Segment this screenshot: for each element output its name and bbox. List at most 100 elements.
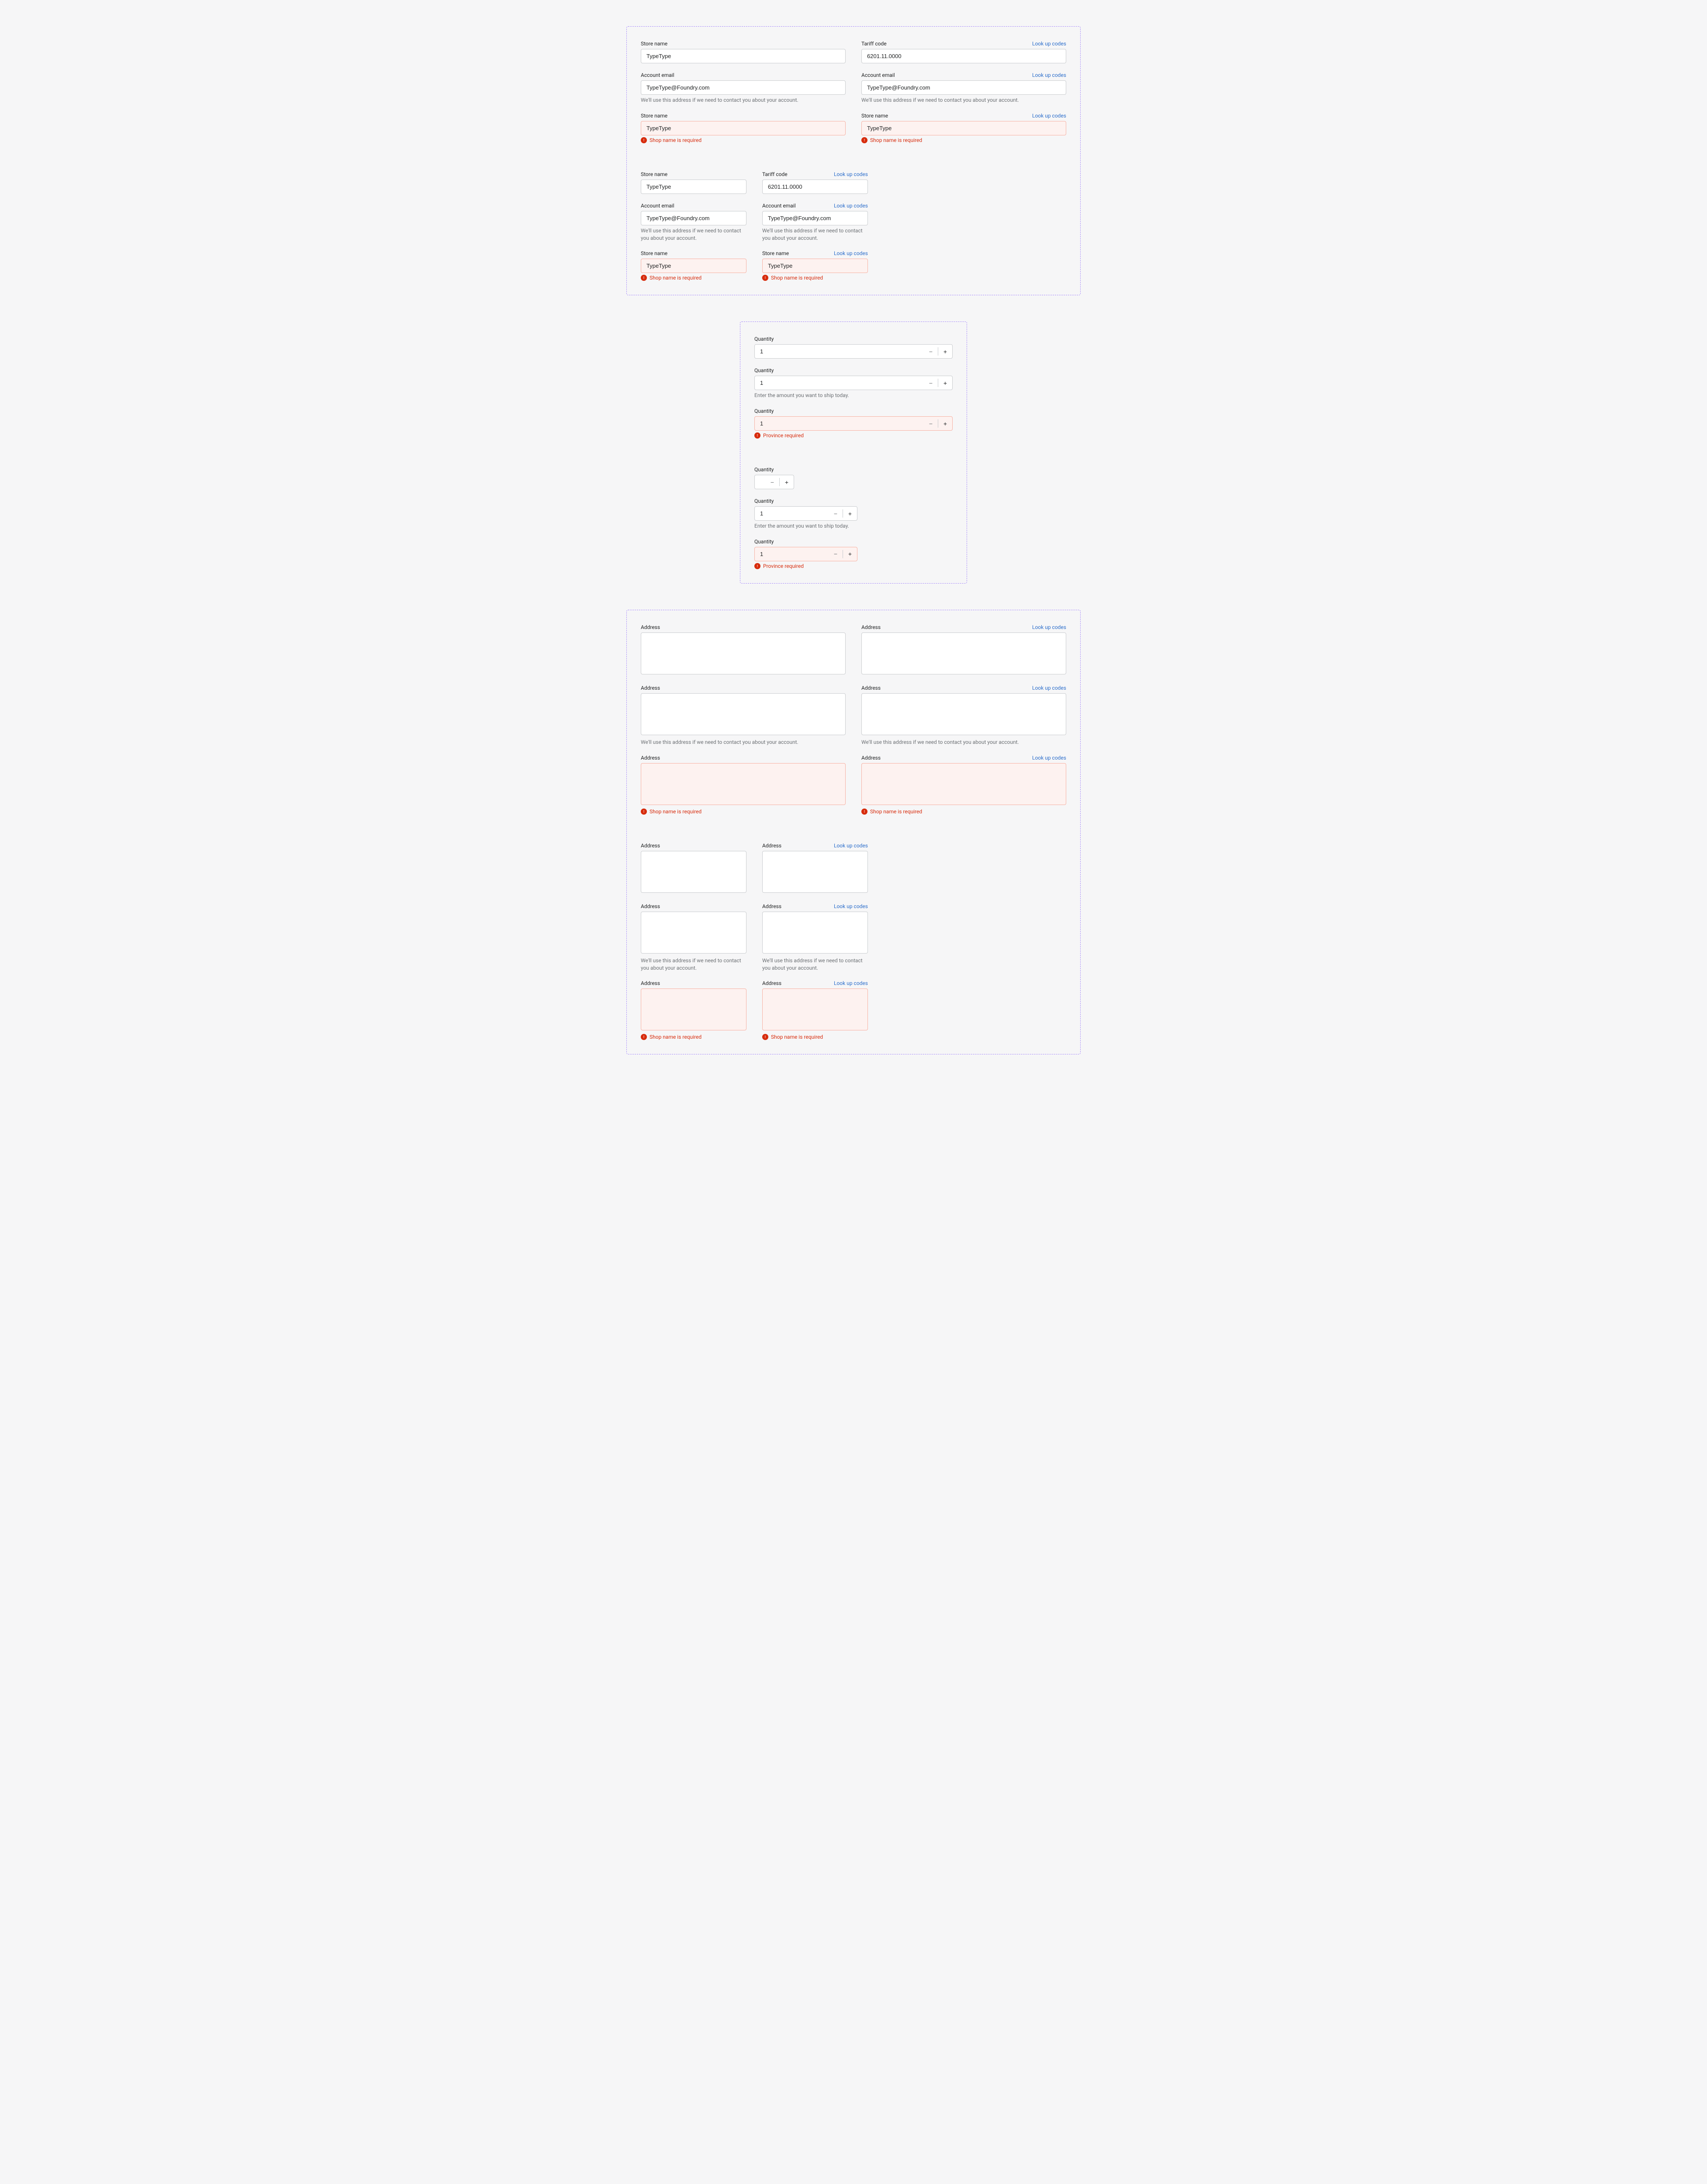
- input-store-name[interactable]: [641, 49, 846, 63]
- label-account-email: Account email: [861, 72, 895, 78]
- quantity-stepper-error[interactable]: − +: [754, 416, 953, 431]
- error-shop-name: Shop name is required: [861, 137, 1066, 143]
- textarea-address-error[interactable]: [641, 988, 746, 1030]
- input-account-email[interactable]: [861, 80, 1066, 95]
- textarea-address[interactable]: [641, 693, 846, 735]
- textarea-address-error[interactable]: [861, 763, 1066, 805]
- label-address: Address: [641, 755, 660, 761]
- link-lookup-codes[interactable]: Look up codes: [1032, 41, 1066, 47]
- minus-icon[interactable]: −: [924, 417, 938, 430]
- section-quantity-fields: Quantity − + Quantity − +: [740, 321, 967, 584]
- quantity-stepper[interactable]: − +: [754, 376, 953, 390]
- input-tariff-code[interactable]: [762, 180, 868, 194]
- label-address: Address: [861, 755, 881, 761]
- input-tariff-code[interactable]: [861, 49, 1066, 63]
- plus-icon[interactable]: +: [938, 345, 952, 358]
- label-address: Address: [762, 903, 781, 909]
- quantity-input[interactable]: [755, 417, 924, 430]
- label-address: Address: [762, 843, 781, 849]
- label-quantity: Quantity: [754, 408, 774, 414]
- label-address: Address: [641, 685, 660, 691]
- textarea-address[interactable]: [641, 912, 746, 954]
- input-store-name-error[interactable]: [861, 121, 1066, 135]
- help-address: We'll use this address if we need to con…: [861, 739, 1066, 746]
- plus-icon[interactable]: +: [938, 417, 952, 430]
- help-quantity: Enter the amount you want to ship today.: [754, 392, 953, 399]
- plus-icon[interactable]: +: [843, 507, 857, 520]
- link-lookup-codes[interactable]: Look up codes: [834, 980, 868, 986]
- label-quantity: Quantity: [754, 336, 774, 342]
- error-shop-name: Shop name is required: [762, 1034, 868, 1040]
- section-textarea-fields: Address Address Look up codes Address We…: [626, 610, 1081, 1054]
- quantity-stepper[interactable]: − +: [754, 344, 953, 359]
- label-address: Address: [641, 903, 660, 909]
- link-lookup-codes[interactable]: Look up codes: [834, 171, 868, 177]
- minus-icon[interactable]: −: [829, 547, 843, 561]
- textarea-address[interactable]: [861, 632, 1066, 674]
- link-lookup-codes[interactable]: Look up codes: [834, 250, 868, 256]
- textarea-address[interactable]: [861, 693, 1066, 735]
- input-account-email[interactable]: [641, 80, 846, 95]
- input-store-name-error[interactable]: [641, 259, 746, 273]
- plus-icon[interactable]: +: [843, 547, 857, 561]
- input-store-name-error[interactable]: [641, 121, 846, 135]
- section-text-fields: Store name Tariff code Look up codes Acc…: [626, 26, 1081, 295]
- help-quantity: Enter the amount you want to ship today.: [754, 522, 953, 530]
- link-lookup-codes[interactable]: Look up codes: [1032, 72, 1066, 78]
- link-lookup-codes[interactable]: Look up codes: [834, 203, 868, 209]
- link-lookup-codes[interactable]: Look up codes: [1032, 755, 1066, 761]
- quantity-input[interactable]: [755, 345, 924, 358]
- link-lookup-codes[interactable]: Look up codes: [1032, 624, 1066, 630]
- link-lookup-codes[interactable]: Look up codes: [834, 903, 868, 909]
- textarea-address[interactable]: [762, 912, 868, 954]
- help-account-email: We'll use this address if we need to con…: [641, 97, 846, 104]
- label-address: Address: [762, 980, 781, 986]
- label-address: Address: [641, 624, 660, 630]
- textarea-address[interactable]: [641, 851, 746, 893]
- textarea-address-error[interactable]: [762, 988, 868, 1030]
- quantity-input[interactable]: [755, 507, 829, 520]
- label-quantity: Quantity: [754, 467, 774, 473]
- link-lookup-codes[interactable]: Look up codes: [1032, 113, 1066, 119]
- input-account-email[interactable]: [641, 211, 746, 225]
- textarea-address[interactable]: [641, 632, 846, 674]
- quantity-stepper-medium[interactable]: − +: [754, 506, 857, 521]
- quantity-input[interactable]: [755, 475, 765, 489]
- help-account-email: We'll use this address if we need to con…: [641, 227, 746, 242]
- error-shop-name: Shop name is required: [861, 809, 1066, 815]
- label-address: Address: [861, 685, 881, 691]
- help-address: We'll use this address if we need to con…: [762, 957, 868, 972]
- error-province: Province required: [754, 563, 953, 569]
- minus-icon[interactable]: −: [924, 376, 938, 390]
- label-quantity: Quantity: [754, 539, 774, 545]
- label-address: Address: [861, 624, 881, 630]
- textarea-address-error[interactable]: [641, 763, 846, 805]
- quantity-stepper-compact[interactable]: − +: [754, 475, 794, 489]
- quantity-stepper-medium-error[interactable]: − +: [754, 547, 857, 561]
- label-tariff-code: Tariff code: [861, 41, 887, 47]
- help-account-email: We'll use this address if we need to con…: [762, 227, 868, 242]
- label-store-name: Store name: [641, 41, 667, 47]
- error-shop-name: Shop name is required: [641, 1034, 746, 1040]
- label-tariff-code: Tariff code: [762, 171, 788, 177]
- input-store-name[interactable]: [641, 180, 746, 194]
- plus-icon[interactable]: +: [780, 475, 794, 489]
- input-store-name-error[interactable]: [762, 259, 868, 273]
- quantity-input[interactable]: [755, 376, 924, 390]
- help-address: We'll use this address if we need to con…: [641, 739, 846, 746]
- error-shop-name: Shop name is required: [641, 809, 846, 815]
- plus-icon[interactable]: +: [938, 376, 952, 390]
- link-lookup-codes[interactable]: Look up codes: [834, 843, 868, 849]
- quantity-input[interactable]: [755, 547, 829, 561]
- error-province: Province required: [754, 432, 953, 439]
- label-address: Address: [641, 980, 660, 986]
- link-lookup-codes[interactable]: Look up codes: [1032, 685, 1066, 691]
- minus-icon[interactable]: −: [829, 507, 843, 520]
- minus-icon[interactable]: −: [765, 475, 779, 489]
- input-account-email[interactable]: [762, 211, 868, 225]
- label-address: Address: [641, 843, 660, 849]
- label-account-email: Account email: [641, 203, 674, 209]
- label-quantity: Quantity: [754, 367, 774, 373]
- textarea-address[interactable]: [762, 851, 868, 893]
- minus-icon[interactable]: −: [924, 345, 938, 358]
